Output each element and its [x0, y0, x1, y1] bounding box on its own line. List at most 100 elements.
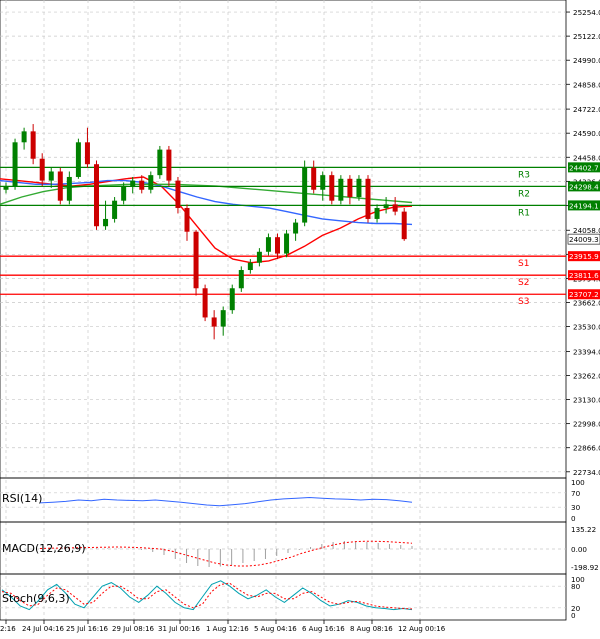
candle-body: [383, 204, 389, 208]
candle-body: [148, 175, 154, 190]
level-label-s3: 23707.2: [569, 290, 599, 299]
candle-body: [121, 186, 127, 201]
rsi-tick-label: 0: [571, 514, 576, 523]
stoch-title: Stoch(9,6,3): [2, 592, 70, 605]
candle-body: [220, 310, 226, 327]
candle-body: [347, 178, 353, 198]
candle-body: [356, 178, 362, 198]
candle-body: [175, 180, 181, 208]
price-tick-label: 22998.0: [573, 420, 600, 429]
candle-body: [374, 207, 380, 219]
time-tick-label: 31 Jul 00:16: [158, 625, 201, 633]
candle-body: [66, 176, 72, 201]
chart: 25254.0 25122.0 24990.0 24858.0 24722.0 24590…: [0, 0, 600, 635]
indicator-panel: [0, 573, 567, 621]
time-tick-label: 24 Jul 04:16: [22, 625, 65, 633]
candle-body: [392, 204, 398, 212]
price-tick-label: 24990.0: [573, 56, 600, 65]
price-tick-label: 22866.0: [573, 444, 600, 453]
candle-body: [75, 142, 81, 177]
candle-body: [193, 231, 199, 289]
candle-body: [3, 186, 9, 190]
candle-body: [94, 164, 99, 227]
price-tick-label: 23530.0: [573, 323, 600, 332]
candle-body: [112, 200, 118, 219]
time-tick-label: 5 Aug 04:16: [254, 625, 297, 633]
candle-body: [57, 171, 63, 201]
candle-body: [139, 180, 145, 190]
candle-body: [30, 131, 36, 159]
candle-body: [39, 158, 45, 181]
candle-body: [184, 207, 190, 232]
level-label-r1: 24194.1: [569, 201, 599, 210]
time-tick-label: 1 Aug 12:16: [206, 625, 249, 633]
time-tick-label: 6 Aug 16:16: [302, 625, 345, 633]
price-panel: [0, 0, 567, 479]
rsi-tick-label: 30: [571, 503, 581, 512]
time-tick-label: 29 Jul 08:16: [112, 625, 155, 633]
candle-body: [21, 131, 27, 143]
price-tick-label: 22734.0: [573, 468, 600, 477]
candle-body: [157, 149, 163, 176]
candle-body: [12, 142, 18, 187]
candle-body: [48, 171, 54, 181]
price-tick-label: 24590.0: [573, 129, 600, 138]
candle-body: [130, 180, 136, 187]
price-tick-label: 23394.0: [573, 347, 600, 356]
price-tick-label: 25122.0: [573, 32, 600, 41]
chart-svg: 25254.0 25122.0 24990.0 24858.0 24722.0 24590…: [0, 0, 600, 633]
level-label-s1: 23915.9: [569, 252, 599, 261]
stoch-tick-label: 80: [571, 582, 581, 591]
current-price-label: 24009.3: [569, 235, 599, 244]
level-name-r3: R3: [518, 170, 530, 180]
level-label-s2: 23811.6: [569, 271, 599, 280]
price-tick-label: 24722.0: [573, 105, 600, 114]
candle-body: [265, 237, 271, 252]
level-name-s1: S1: [518, 259, 529, 269]
candle-body: [211, 317, 217, 327]
candle-body: [401, 211, 407, 240]
rsi-tick-label: 100: [571, 478, 585, 487]
price-tick-label: 25254.0: [573, 8, 600, 17]
candle-body: [275, 237, 280, 254]
candle-body: [247, 262, 253, 271]
candle-body: [103, 218, 109, 227]
candle-body: [229, 288, 235, 311]
time-tick-label: 12 Aug 00:16: [398, 625, 446, 633]
candle-body: [238, 270, 244, 289]
level-label-r2: 24298.4: [569, 182, 599, 191]
stoch-tick-label: 0: [571, 611, 576, 620]
price-tick-label: 24458.0: [573, 153, 600, 162]
rsi-line: [39, 496, 413, 507]
candle-body: [284, 233, 290, 254]
level-name-s2: S2: [518, 278, 529, 288]
candle-body: [202, 288, 208, 318]
candle-body: [166, 149, 172, 181]
macd-tick-label: 0.00: [571, 545, 587, 554]
macd-tick-label: 135.22: [571, 525, 596, 534]
candle-body: [320, 175, 326, 190]
rsi-tick-label: 70: [571, 489, 581, 498]
level-name-r1: R1: [518, 208, 530, 218]
price-tick-label: 24858.0: [573, 80, 600, 89]
time-tick-label: 2:16: [0, 625, 16, 633]
macd-tick-label: -198.92: [571, 563, 599, 572]
price-tick-label: 23662.0: [573, 298, 600, 307]
macd-signal-line: [39, 540, 413, 567]
level-label-r3: 24402.7: [569, 163, 599, 172]
time-tick-label: 8 Aug 08:16: [350, 625, 393, 633]
candle-body: [311, 167, 317, 190]
macd-title: MACD(12,26,9): [2, 542, 86, 555]
candle-body: [302, 167, 308, 223]
price-tick-label: 23262.0: [573, 371, 600, 380]
rsi-title: RSI(14): [2, 492, 42, 505]
level-name-r2: R2: [518, 189, 530, 199]
price-tick-label: 23130.0: [573, 396, 600, 405]
candle-body: [293, 222, 299, 234]
time-tick-label: 25 Jul 16:16: [66, 625, 109, 633]
candle-body: [84, 142, 90, 165]
level-name-s3: S3: [518, 297, 529, 307]
candle-body: [329, 175, 335, 201]
candle-body: [256, 251, 262, 263]
candle-body: [338, 178, 344, 201]
